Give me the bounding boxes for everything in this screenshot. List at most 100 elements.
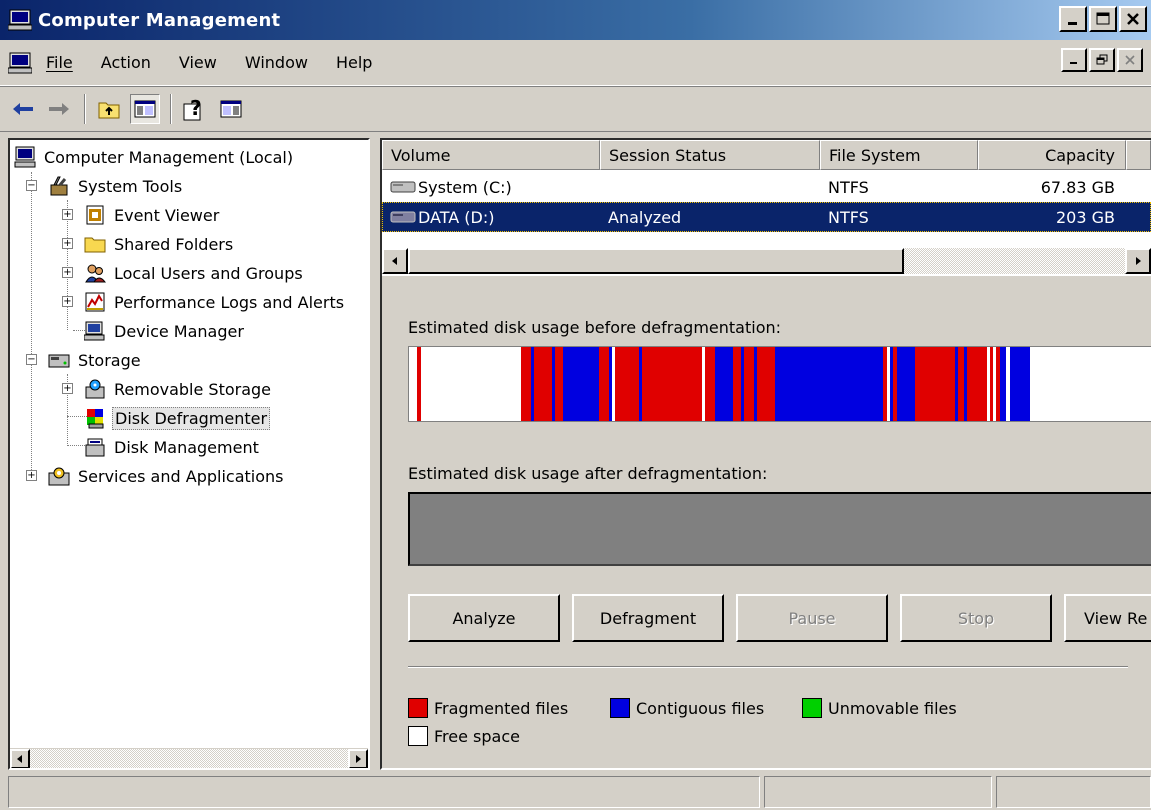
child-close-button xyxy=(1117,48,1143,72)
tree-label: System Tools xyxy=(78,176,183,196)
column-header-file-system[interactable]: File System xyxy=(820,140,978,170)
tree-node-storage[interactable]: Storage xyxy=(48,347,143,373)
storage-icon xyxy=(48,354,70,368)
tools-icon xyxy=(50,176,68,196)
expand-toggle[interactable]: + xyxy=(62,296,73,307)
action-pane-button[interactable] xyxy=(216,94,246,124)
menu-help[interactable]: Help xyxy=(336,53,372,72)
left-arrow-icon xyxy=(17,755,22,763)
menu-window[interactable]: Window xyxy=(245,53,308,72)
tree-node-performance-logs[interactable]: Performance Logs and Alerts xyxy=(84,289,346,315)
tree-label: Device Manager xyxy=(114,321,244,341)
toolbar-separator xyxy=(170,94,172,124)
stop-button[interactable]: Stop xyxy=(900,594,1052,642)
volume-list[interactable]: Volume Session Status File System Capaci… xyxy=(382,140,1151,276)
expand-toggle[interactable]: + xyxy=(62,209,73,220)
computer-icon xyxy=(14,146,36,168)
tree-node-device-manager[interactable]: Device Manager xyxy=(84,318,246,344)
defragment-button[interactable]: Defragment xyxy=(572,594,724,642)
event-viewer-icon xyxy=(86,205,104,225)
menu-bar: File Action View Window Help xyxy=(0,40,1151,86)
tree-node-shared-folders[interactable]: Shared Folders xyxy=(84,231,235,257)
scroll-right-button[interactable] xyxy=(1125,248,1151,274)
scroll-right-button[interactable] xyxy=(348,749,368,768)
legend-label: Contiguous files xyxy=(636,698,765,718)
forward-button[interactable] xyxy=(44,94,74,124)
back-arrow-icon xyxy=(13,103,33,115)
status-panel-main xyxy=(8,776,760,808)
tree-node-local-users[interactable]: Local Users and Groups xyxy=(84,260,305,286)
child-restore-button[interactable] xyxy=(1089,48,1115,72)
minimize-button[interactable] xyxy=(1059,6,1087,32)
usage-segment-contiguous xyxy=(715,347,733,421)
disk-management-icon xyxy=(85,438,105,457)
tree-horizontal-scrollbar[interactable] xyxy=(10,748,368,768)
users-icon xyxy=(85,264,106,283)
up-one-level-button[interactable] xyxy=(94,94,124,124)
collapse-toggle[interactable]: − xyxy=(26,354,37,365)
tree-node-disk-management[interactable]: Disk Management xyxy=(84,434,261,460)
expand-toggle[interactable]: + xyxy=(26,470,37,481)
toolbar: ? xyxy=(0,86,1151,132)
expand-toggle[interactable]: + xyxy=(62,267,73,278)
volume-name: DATA (D:) xyxy=(418,207,495,227)
table-row[interactable]: DATA (D:) Analyzed NTFS 203 GB xyxy=(382,202,1151,232)
view-report-button[interactable]: View Re xyxy=(1064,594,1151,642)
volume-capacity: 67.83 GB xyxy=(1040,177,1115,197)
status-panel xyxy=(996,776,1151,808)
child-minimize-button[interactable] xyxy=(1061,48,1087,72)
column-header-capacity[interactable]: Capacity xyxy=(978,140,1126,170)
console-tree[interactable]: Computer Management (Local) − System Too… xyxy=(8,138,370,770)
show-hide-tree-button[interactable] xyxy=(130,94,160,124)
status-panel xyxy=(764,776,992,808)
usage-segment-free xyxy=(1030,347,1151,421)
computer-icon[interactable] xyxy=(8,52,32,74)
column-header-session-status[interactable]: Session Status xyxy=(600,140,820,170)
details-pane: Volume Session Status File System Capaci… xyxy=(380,138,1151,770)
legend-label: Unmovable files xyxy=(828,698,957,718)
action-pane-icon xyxy=(220,100,242,118)
volume-list-horizontal-scrollbar[interactable] xyxy=(382,248,1151,274)
status-bar xyxy=(0,776,1151,810)
expand-toggle[interactable]: + xyxy=(62,383,73,394)
help-button[interactable]: ? xyxy=(180,94,210,124)
legend-contiguous: Contiguous files xyxy=(610,698,764,718)
back-button[interactable] xyxy=(8,94,38,124)
performance-icon xyxy=(85,292,105,312)
collapse-toggle[interactable]: − xyxy=(26,180,37,191)
scroll-left-button[interactable] xyxy=(382,248,408,274)
tree-label: Shared Folders xyxy=(114,234,234,254)
usage-segment-fragmented xyxy=(705,347,715,421)
usage-segment-contiguous xyxy=(1014,347,1030,421)
tree-node-system-tools[interactable]: System Tools xyxy=(48,173,184,199)
menu-file[interactable]: File xyxy=(46,53,73,72)
right-arrow-icon xyxy=(1136,257,1141,265)
column-header-volume[interactable]: Volume xyxy=(382,140,600,170)
tree-node-removable-storage[interactable]: Removable Storage xyxy=(84,376,273,402)
menu-action[interactable]: Action xyxy=(101,53,151,72)
scroll-left-button[interactable] xyxy=(10,749,30,768)
usage-segment-free xyxy=(421,347,521,421)
tree-node-event-viewer[interactable]: Event Viewer xyxy=(84,202,221,228)
tree-node-disk-defragmenter[interactable]: Disk Defragmenter xyxy=(84,405,271,431)
tree-node-services-applications[interactable]: Services and Applications xyxy=(48,463,285,489)
pause-button[interactable]: Pause xyxy=(736,594,888,642)
usage-segment-fragmented xyxy=(744,347,754,421)
expand-toggle[interactable]: + xyxy=(62,238,73,249)
after-defrag-label: Estimated disk usage after defragmentati… xyxy=(408,464,768,483)
legend-swatch xyxy=(408,698,428,718)
maximize-button[interactable] xyxy=(1089,6,1117,32)
volume-status: Analyzed xyxy=(608,207,682,227)
table-row[interactable]: System (C:) NTFS 67.83 GB xyxy=(382,172,1151,202)
restore-icon xyxy=(1096,54,1108,65)
scroll-thumb[interactable] xyxy=(408,248,904,274)
close-button[interactable] xyxy=(1119,6,1147,32)
tree-node-computer-management[interactable]: Computer Management (Local) xyxy=(14,144,295,170)
usage-segment-fragmented xyxy=(967,347,987,421)
analyze-button[interactable]: Analyze xyxy=(408,594,560,642)
menu-view[interactable]: View xyxy=(179,53,217,72)
title-bar[interactable]: Computer Management xyxy=(0,0,1151,40)
tree-label: Disk Defragmenter xyxy=(112,406,271,430)
up-folder-icon xyxy=(98,102,120,119)
usage-segment-contiguous xyxy=(897,347,915,421)
